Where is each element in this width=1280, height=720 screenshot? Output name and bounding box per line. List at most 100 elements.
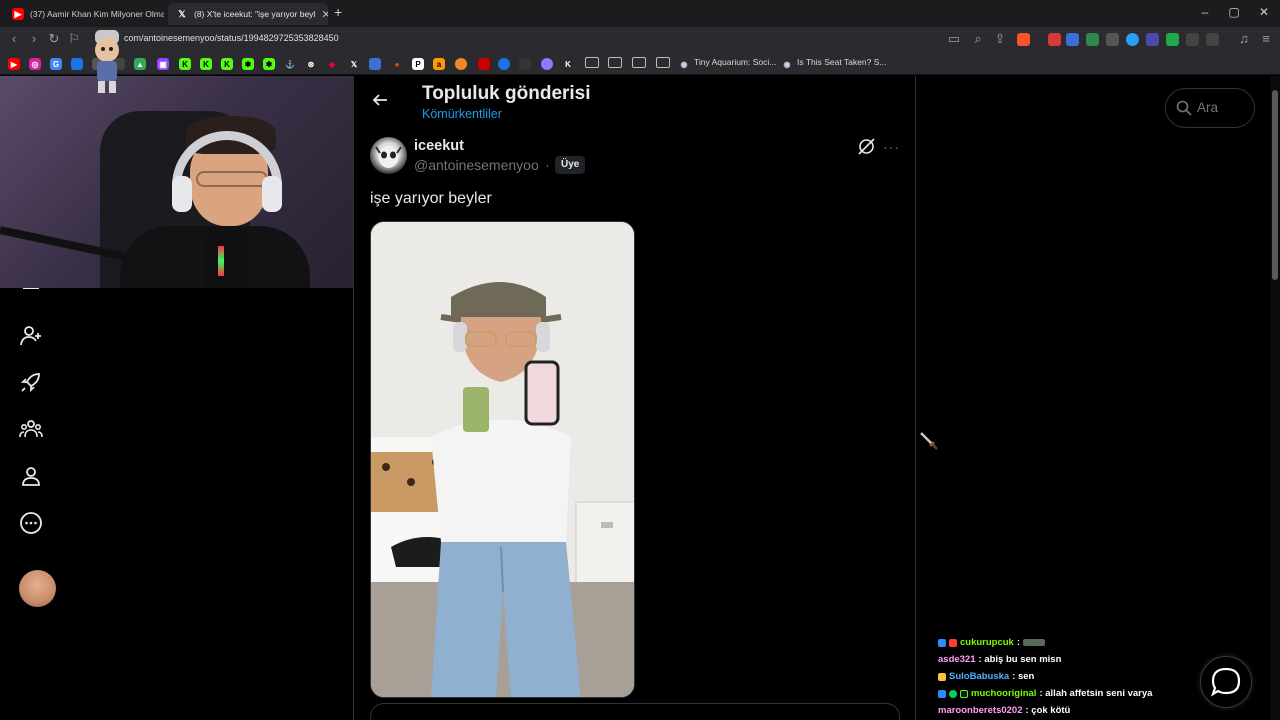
bookmark-icon[interactable] — [478, 58, 490, 70]
maximize-button[interactable]: ▢ — [1226, 5, 1242, 19]
new-tab-button[interactable]: + — [334, 4, 342, 20]
bookmark-icon[interactable] — [71, 58, 83, 70]
bookmark-translate-icon[interactable]: G — [50, 58, 62, 70]
back-nav-icon[interactable]: ‹ — [6, 31, 22, 46]
brave-shield-icon[interactable] — [1017, 33, 1030, 46]
scrollbar-thumb[interactable] — [1272, 90, 1278, 280]
tab-title: (37) Aamir Khan Kim Milyoner Olmak — [30, 9, 164, 19]
grok-icon[interactable] — [858, 138, 875, 155]
post-author-avatar[interactable] — [370, 137, 407, 174]
back-arrow-icon[interactable] — [372, 92, 388, 108]
messages-chat-button[interactable] — [1200, 656, 1252, 708]
bookmark-icon[interactable]: ⊛ — [305, 58, 317, 70]
forward-nav-icon[interactable]: › — [26, 31, 42, 46]
bookmark-kick-icon[interactable]: K — [179, 58, 191, 70]
emote-icon — [1023, 639, 1046, 646]
chat-message: muchooriginal : allah affetsin seni vary… — [938, 685, 1198, 702]
follow-add-user-icon[interactable] — [19, 324, 43, 348]
browser-toolbar: ‹ › ↻ ⚐ com/antoinesemenyoo/status/19948… — [0, 27, 1280, 52]
chat-badge-icon — [949, 689, 957, 698]
menu-icon[interactable]: ≡ — [1258, 31, 1274, 46]
post-author-handle[interactable]: @antoinesemenyoo — [414, 157, 539, 173]
more-options-icon[interactable] — [19, 511, 43, 535]
bookmark-icon[interactable]: ✱ — [263, 58, 275, 70]
bookmark-folder-icon[interactable] — [608, 57, 622, 68]
profile-icon[interactable] — [19, 464, 43, 488]
chat-username: maroonberets0202 — [938, 705, 1023, 716]
cast-icon[interactable]: ▭ — [946, 31, 962, 47]
chat-message: maroonberets0202 : çok kötü — [938, 702, 1198, 719]
bookmark-tiny-aquarium[interactable]: Tiny Aquarium: Soci... — [694, 57, 776, 67]
extension-icon[interactable] — [1166, 33, 1179, 46]
bookmark-seat-taken[interactable]: Is This Seat Taken? S... — [797, 57, 886, 67]
steam-icon: ◉ — [783, 59, 791, 69]
bookmark-icon[interactable] — [498, 58, 510, 70]
bookmark-amazon-icon[interactable]: a — [433, 58, 445, 70]
x-icon: 𝕏 — [178, 8, 186, 19]
headphone-cup — [262, 176, 282, 212]
bookmark-twitch-icon[interactable]: ▣ — [157, 58, 169, 70]
rocket-icon[interactable] — [19, 370, 43, 394]
post-text: işe yarıyor beyler — [370, 190, 492, 207]
bookmark-icon[interactable] — [519, 58, 531, 70]
post-more-icon[interactable]: ··· — [883, 139, 900, 155]
close-window-button[interactable]: ✕ — [1256, 5, 1272, 19]
minimize-button[interactable]: – — [1197, 5, 1213, 19]
address-bar[interactable]: com/antoinesemenyoo/status/1994829725353… — [124, 33, 339, 43]
share-icon[interactable]: ⇪ — [992, 31, 1008, 47]
chat-badge-icon — [960, 689, 968, 698]
puzzle-icon[interactable] — [1186, 33, 1199, 46]
bookmark-icon[interactable] — [369, 58, 381, 70]
tab-youtube[interactable]: ▶ (37) Aamir Khan Kim Milyoner Olmak — [4, 3, 164, 25]
bookmark-x-icon[interactable]: 𝕏 — [348, 58, 360, 70]
close-tab-icon[interactable]: ✕ — [321, 8, 328, 21]
separator-dot: · — [545, 157, 550, 173]
music-icon[interactable]: ♫ — [1236, 31, 1252, 46]
bookmark-icon[interactable]: ✱ — [242, 58, 254, 70]
bookmark-icon[interactable]: P — [412, 58, 424, 70]
bookmark-kick-icon[interactable]: K — [200, 58, 212, 70]
community-link[interactable]: Kömürkentliler — [422, 107, 502, 121]
reply-composer[interactable] — [370, 703, 900, 720]
bookmark-icon[interactable]: K — [562, 58, 574, 70]
extension-icon[interactable] — [1106, 33, 1119, 46]
chat-username: cukurupcuk — [960, 637, 1014, 648]
chat-badge-icon — [938, 672, 946, 681]
post-image[interactable] — [370, 221, 635, 698]
bookmark-icon[interactable] — [541, 58, 553, 70]
chat-text: : — [1016, 637, 1021, 648]
bookmark-anchor-icon[interactable]: ⚓ — [284, 58, 296, 70]
zoom-icon[interactable]: ⌕ — [970, 31, 986, 47]
bookmark-folder-icon[interactable] — [585, 57, 599, 68]
chat-badge-icon — [938, 689, 946, 698]
extension-icon[interactable] — [1146, 33, 1159, 46]
extension-icon[interactable] — [1126, 33, 1139, 46]
bookmark-folder-icon[interactable] — [632, 57, 646, 68]
extension-icon[interactable] — [1086, 33, 1099, 46]
bookmark-youtube-icon[interactable]: ▶ — [8, 58, 20, 70]
character-sticker-icon — [95, 30, 119, 93]
member-badge: Üye — [555, 156, 586, 174]
bookmark-icon[interactable] — [455, 58, 467, 70]
tab-x-post[interactable]: 𝕏 (8) X'te iceekut: "işe yarıyor beyl ✕ — [168, 3, 328, 25]
account-avatar[interactable] — [19, 570, 56, 607]
extension-icon[interactable] — [1048, 33, 1061, 46]
chat-text: : çok kötü — [1025, 705, 1071, 716]
search-placeholder: Ara — [1197, 100, 1219, 115]
sidebar-icon[interactable] — [1206, 33, 1219, 46]
chat-text: : abiş bu sen misn — [978, 654, 1062, 665]
bookmark-icon[interactable]: ◆ — [326, 58, 338, 70]
bookmark-icon[interactable]: ⚐ — [66, 31, 82, 47]
bookmark-reddit-icon[interactable]: ● — [391, 58, 403, 70]
post-author-name[interactable]: iceekut — [414, 138, 464, 154]
youtube-icon: ▶ — [12, 8, 24, 20]
communities-icon[interactable] — [19, 417, 43, 441]
bookmark-kick-icon[interactable]: K — [221, 58, 233, 70]
reload-icon[interactable]: ↻ — [46, 31, 62, 47]
bookmark-instagram-icon[interactable]: ◎ — [29, 58, 41, 70]
chat-username: asde321 — [938, 654, 976, 665]
webcam-overlay — [0, 76, 353, 288]
bookmark-drive-icon[interactable]: ▲ — [134, 58, 146, 70]
bookmark-folder-icon[interactable] — [656, 57, 670, 68]
extension-icon[interactable] — [1066, 33, 1079, 46]
